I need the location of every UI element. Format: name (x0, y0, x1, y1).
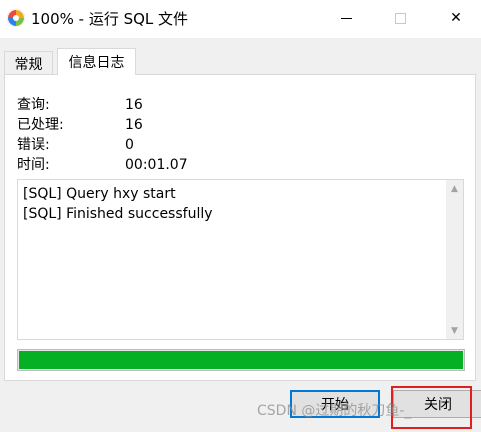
minimize-icon (340, 17, 352, 19)
close-icon: ✕ (450, 10, 462, 26)
close-window-button[interactable]: ✕ (433, 0, 479, 36)
stat-row-time: 时间: 00:01.07 (17, 155, 337, 175)
log-textarea[interactable]: [SQL] Query hxy start [SQL] Finished suc… (17, 179, 464, 340)
maximize-icon (394, 12, 406, 24)
stat-row-processed: 已处理: 16 (17, 115, 337, 135)
start-button[interactable]: 开始 (290, 390, 380, 418)
stat-row-queries: 查询: 16 (17, 95, 337, 115)
stat-value: 16 (125, 97, 143, 113)
window-title: 100% - 运行 SQL 文件 (31, 10, 189, 28)
app-logo-icon (6, 8, 26, 28)
dialog-content: 常规 信息日志 查询: 16 已处理: 16 错误: 0 时间: 00:01.0… (0, 38, 481, 432)
minimize-button[interactable] (323, 0, 369, 36)
progress-fill (19, 351, 463, 369)
title-bar: 100% - 运行 SQL 文件 ✕ (0, 0, 481, 38)
maximize-button[interactable] (377, 0, 423, 36)
stat-label: 查询: (17, 97, 50, 113)
close-button[interactable]: 关闭 (393, 390, 481, 418)
log-scrollbar[interactable]: ▲ ▼ (446, 180, 463, 339)
tab-general[interactable]: 常规 (4, 51, 53, 75)
stat-label: 错误: (17, 137, 50, 153)
log-line: [SQL] Finished successfully (23, 206, 213, 222)
stat-value: 0 (125, 137, 134, 153)
stat-row-errors: 错误: 0 (17, 135, 337, 155)
stat-label: 已处理: (17, 117, 64, 133)
log-lines: [SQL] Query hxy start [SQL] Finished suc… (23, 184, 438, 224)
progress-bar (17, 349, 465, 371)
scroll-up-arrow-icon[interactable]: ▲ (446, 180, 463, 197)
log-line: [SQL] Query hxy start (23, 186, 176, 202)
log-panel: 查询: 16 已处理: 16 错误: 0 时间: 00:01.07 [SQL] … (4, 74, 476, 381)
stat-value: 00:01.07 (125, 157, 188, 173)
scroll-down-arrow-icon[interactable]: ▼ (446, 322, 463, 339)
stat-label: 时间: (17, 157, 50, 173)
tab-info-log[interactable]: 信息日志 (57, 48, 136, 75)
stat-value: 16 (125, 117, 143, 133)
